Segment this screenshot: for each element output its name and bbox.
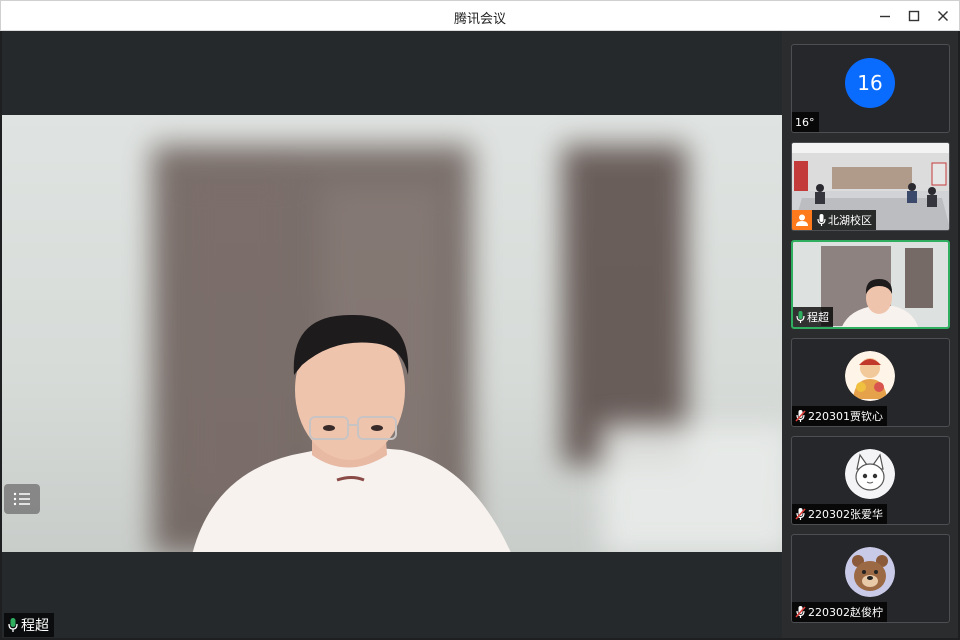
bear-avatar [845, 547, 895, 597]
person-badge [792, 210, 812, 230]
participant-label: 北湖校区 [792, 210, 876, 230]
participant-label: 16° [792, 112, 819, 132]
cartoon-avatar [845, 351, 895, 401]
mic-muted-icon [795, 606, 806, 618]
participant-list-button[interactable] [4, 484, 40, 514]
close-button[interactable] [931, 5, 955, 27]
cartoon-avatar [845, 449, 895, 499]
minimize-button[interactable] [873, 5, 897, 27]
participant-label: 程超 [793, 307, 833, 327]
participant-label: 220301贾钦心 [792, 406, 887, 426]
participant-name: 程超 [807, 311, 829, 324]
mic-muted-icon [795, 410, 806, 422]
participant-name: 北湖校区 [828, 214, 872, 227]
participant-tile[interactable]: 220302张爱华 [791, 436, 950, 525]
minimize-icon [880, 15, 890, 18]
title-bar: 腾讯会议 [0, 0, 960, 31]
participant-name: 220301贾钦心 [808, 410, 883, 423]
close-icon [938, 11, 948, 21]
person-icon [796, 214, 808, 226]
maximize-icon [908, 10, 920, 22]
mic-on-icon [8, 618, 18, 632]
main-speaker-name: 程超 [21, 618, 49, 634]
participant-tile[interactable]: 220301贾钦心 [791, 338, 950, 427]
participant-name: 16° [795, 115, 815, 129]
main-speaker-label: 程超 [4, 613, 54, 637]
participant-label: 220302张爱华 [792, 504, 887, 524]
maximize-button[interactable] [902, 5, 926, 27]
list-icon [13, 492, 30, 506]
window-title: 腾讯会议 [453, 12, 506, 27]
participant-name: 220302赵俊柠 [808, 606, 883, 619]
mic-muted-icon [795, 508, 806, 520]
mic-on-icon [817, 214, 826, 226]
number-avatar: 16 [845, 58, 895, 108]
participant-label: 220302赵俊柠 [792, 602, 887, 622]
participant-name: 220302张爱华 [808, 508, 883, 521]
participant-tile[interactable]: 16 16° [791, 44, 950, 133]
main-video-area[interactable]: 程超 [2, 31, 782, 638]
mic-active-icon [796, 311, 805, 323]
participant-tile[interactable]: 220302赵俊柠 [791, 534, 950, 623]
participant-sidebar: 16 16° 北湖校区 程超 220301贾钦心 220302张爱华 22030… [782, 31, 960, 638]
main-speaker-video [2, 115, 782, 552]
participant-tile[interactable]: 北湖校区 [791, 142, 950, 231]
speaker-figure [192, 314, 511, 552]
participant-tile-active[interactable]: 程超 [791, 240, 950, 329]
